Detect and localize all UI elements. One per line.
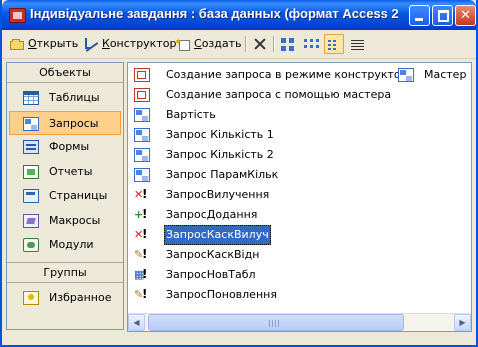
maximize-button[interactable]: [432, 5, 453, 26]
sidebar-item-tables[interactable]: Таблицы: [7, 86, 123, 111]
report-icon: [23, 164, 39, 179]
delete-query-icon: ✕!: [134, 227, 148, 241]
sidebar-item-label: Избранное: [49, 290, 112, 304]
queries-list: Создание запроса в режиме конструктора С…: [127, 62, 472, 332]
table-icon: [23, 91, 39, 105]
update-query-icon: ✎!: [134, 287, 148, 301]
chevron-left-icon: ◀: [133, 318, 140, 327]
large-icons-view-button[interactable]: [280, 34, 296, 54]
open-label: Открыть: [28, 37, 79, 50]
sidebar-item-label: Запросы: [49, 116, 99, 130]
scroll-thumb[interactable]: [148, 314, 404, 331]
close-button[interactable]: ✕: [455, 5, 476, 26]
list-view-icon: [327, 38, 343, 52]
list-item-label: Мастер К: [424, 68, 471, 81]
delete-query-icon: ✕!: [134, 187, 148, 201]
small-icons-view-button[interactable]: [303, 34, 319, 54]
grip-icon: [269, 320, 281, 327]
accelerator-letter: С: [194, 37, 202, 50]
accelerator-letter: О: [28, 37, 37, 50]
sidebar-item-forms[interactable]: Формы: [7, 135, 123, 160]
scroll-left-button[interactable]: ◀: [128, 314, 145, 331]
update-query-icon: ✎!: [134, 247, 148, 261]
toolbar-separator: [245, 36, 247, 52]
wizard-shortcut-icon: [134, 88, 150, 102]
make-table-query-icon: ▦!: [134, 267, 148, 281]
favorites-icon: [23, 290, 39, 305]
list-item-label: Запрос Кількість 2: [166, 148, 274, 161]
sidebar-item-label: Модули: [49, 238, 94, 251]
sidebar-item-queries[interactable]: Запросы: [9, 110, 121, 135]
append-query-icon: +!: [134, 207, 148, 221]
sidebar-item-label: Таблицы: [49, 91, 100, 104]
select-query-icon: [134, 148, 150, 162]
objects-header[interactable]: Объекты: [7, 63, 123, 83]
page-icon: [23, 189, 39, 203]
access-app-icon[interactable]: [9, 8, 26, 23]
select-query-icon: [134, 108, 150, 122]
constructor-label: Конструктор: [102, 37, 177, 50]
horizontal-scrollbar[interactable]: ◀ ▶: [128, 313, 471, 331]
list-item-label: Создание запроса в режиме конструктора: [166, 68, 415, 81]
access-database-window: Індивідуальне завдання : база данных (фо…: [0, 0, 478, 347]
create-label: Создать: [194, 37, 242, 50]
small-icons-view-icon: [303, 37, 319, 51]
minimize-icon: [415, 18, 423, 21]
window-bottom-edge: [2, 333, 476, 345]
select-query-icon: [398, 68, 414, 82]
list-item-label: ЗапросПоновлення: [166, 288, 277, 301]
module-icon: [23, 238, 39, 252]
new-object-icon: [174, 33, 192, 53]
list-item-label: ЗапросКаскВилуч: [164, 225, 271, 245]
window-title: Індивідуальне завдання : база данных (фо…: [30, 6, 398, 21]
maximize-icon: [438, 10, 449, 22]
sidebar-item-label: Страницы: [49, 189, 108, 202]
select-query-icon: [134, 168, 150, 182]
query-icon: [23, 116, 39, 131]
constructor-button[interactable]: Конструктор: [84, 34, 176, 54]
accelerator-letter: К: [102, 37, 110, 50]
sidebar-item-pages[interactable]: Страницы: [7, 184, 123, 209]
toolbar-separator: [273, 36, 275, 52]
chevron-right-icon: ▶: [459, 318, 466, 327]
list-item-label: Вартість: [166, 108, 216, 121]
large-icons-view-icon: [280, 37, 296, 51]
list-item-label: ЗапросДодання: [166, 208, 258, 221]
list-item-label: ЗапросКаскВідн: [166, 248, 260, 261]
title-bar[interactable]: Індивідуальне завдання : база данных (фо…: [2, 0, 476, 30]
details-view-icon: [350, 37, 366, 51]
list-item-label: Запрос ПарамКільк: [166, 168, 279, 181]
list-view-button[interactable]: [324, 34, 344, 54]
create-button[interactable]: Создать: [174, 33, 242, 54]
scroll-right-button[interactable]: ▶: [454, 314, 471, 331]
open-folder-icon: [10, 37, 26, 51]
macro-icon: [23, 213, 39, 228]
sidebar-item-label: Макросы: [49, 213, 101, 227]
sidebar-item-label: Формы: [49, 140, 90, 153]
list-item-label: ЗапросНовТабл: [166, 268, 256, 281]
close-icon: ✕: [460, 8, 471, 23]
list-item-label: Создание запроса с помощью мастера: [166, 88, 392, 101]
sidebar-item-macros[interactable]: Макросы: [7, 209, 123, 234]
delete-button[interactable]: [252, 34, 268, 54]
open-button[interactable]: Открыть: [10, 34, 78, 54]
sidebar-item-label: Отчеты: [49, 164, 93, 178]
design-shortcut-icon: [134, 68, 150, 82]
sidebar-item-modules[interactable]: Модули: [7, 233, 123, 258]
design-icon: [84, 37, 100, 51]
form-icon: [23, 140, 39, 154]
select-query-icon: [134, 128, 150, 142]
groups-header[interactable]: Группы: [7, 261, 123, 283]
minimize-button[interactable]: [409, 5, 430, 26]
delete-icon: [252, 37, 268, 51]
list-item-label: ЗапросВилучення: [166, 188, 270, 201]
list-item-label: Запрос Кількість 1: [166, 128, 274, 141]
sidebar-item-favorites[interactable]: Избранное: [7, 286, 123, 311]
objects-bar: Объекты Таблицы Запросы Формы Отчеты Стр…: [6, 62, 124, 330]
database-toolbar: Открыть Конструктор Создать: [2, 30, 476, 59]
details-view-button[interactable]: [350, 34, 366, 54]
sidebar-item-reports[interactable]: Отчеты: [7, 160, 123, 185]
